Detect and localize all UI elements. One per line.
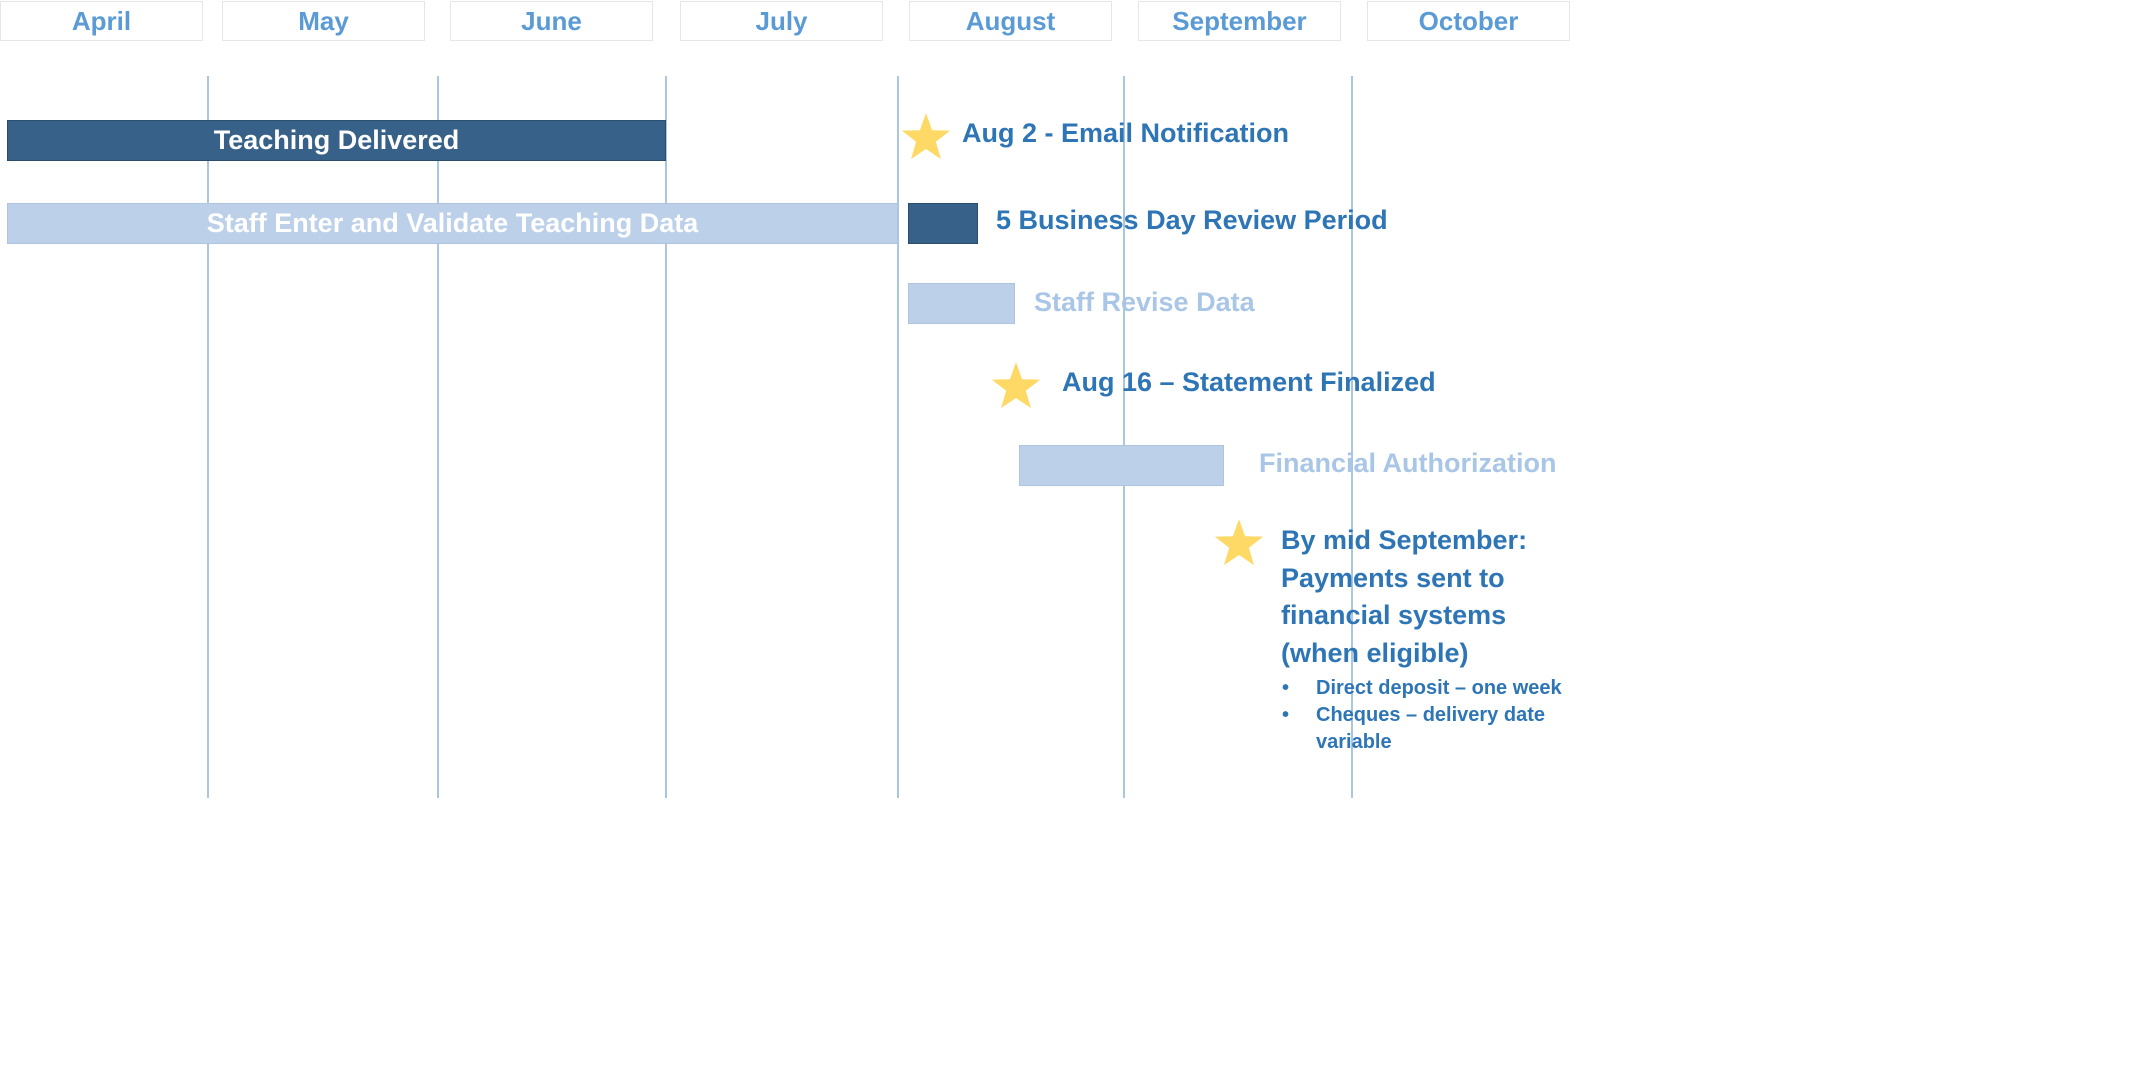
gridline	[207, 76, 209, 798]
review-period-bar	[908, 203, 978, 244]
star-icon	[990, 360, 1042, 412]
staff-enter-bar: Staff Enter and Validate Teaching Data	[7, 203, 898, 244]
gridline	[437, 76, 439, 798]
payments-line: Payments sent to	[1281, 562, 1505, 593]
month-april: April	[0, 1, 203, 41]
email-notification-label: Aug 2 - Email Notification	[962, 118, 1290, 148]
teaching-delivered-bar: Teaching Delivered	[7, 120, 666, 161]
month-october: October	[1367, 1, 1570, 41]
payments-line: financial systems	[1281, 600, 1507, 630]
payments-line: (when eligible)	[1281, 637, 1469, 668]
gridline	[1123, 76, 1125, 798]
bullet-direct-deposit: Direct deposit – one week	[1280, 675, 1568, 702]
staff-enter-label: Staff Enter and Validate Teaching Data	[206, 208, 699, 238]
payments-text: By mid September: Payments sent to finan…	[1281, 522, 1527, 672]
star-icon	[1213, 517, 1265, 569]
financial-authorization-label: Financial Authorization	[1259, 448, 1557, 478]
payment-bullets: Direct deposit – one week Cheques – deli…	[1280, 675, 1568, 756]
month-july: July	[680, 1, 883, 41]
month-september: September	[1138, 1, 1341, 41]
financial-authorization-bar	[1019, 445, 1224, 486]
gridline	[897, 76, 899, 798]
payments-line: By mid September:	[1281, 525, 1528, 555]
teaching-delivered-label: Teaching Delivered	[213, 125, 460, 155]
month-june: June	[450, 1, 653, 41]
month-may: May	[222, 1, 425, 41]
bullet-cheques: Cheques – delivery datevariable	[1280, 702, 1568, 756]
staff-revise-bar	[908, 283, 1015, 324]
timeline-diagram: April May June July August September Oct…	[0, 0, 1570, 800]
review-period-label: 5 Business Day Review Period	[996, 205, 1388, 235]
month-august: August	[909, 1, 1112, 41]
statement-finalized-label: Aug 16 – Statement Finalized	[1062, 367, 1436, 397]
star-icon	[900, 111, 952, 163]
staff-revise-label: Staff Revise Data	[1034, 287, 1255, 317]
gridline	[665, 76, 667, 798]
